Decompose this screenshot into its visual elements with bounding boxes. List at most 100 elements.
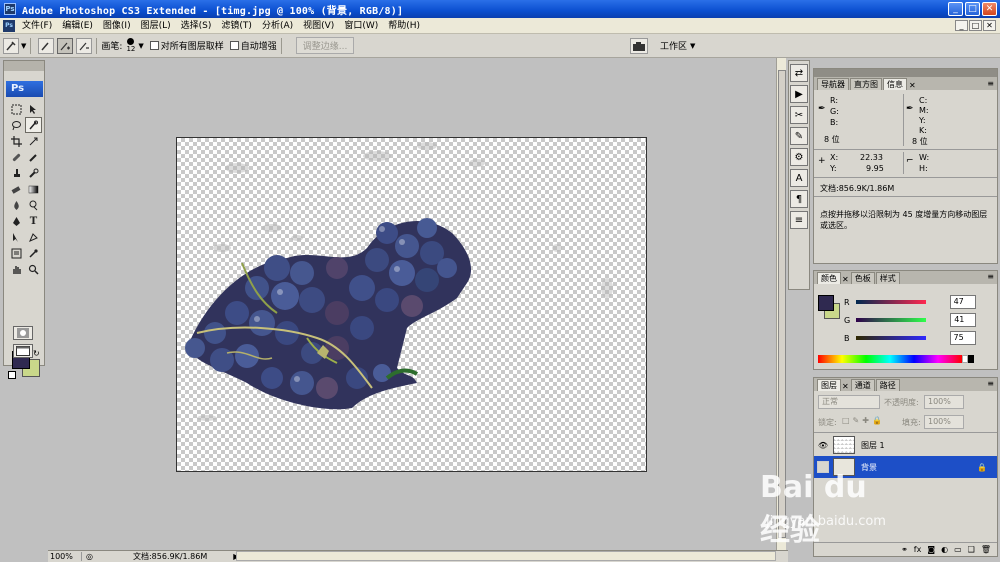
- new-layer-icon[interactable]: ❑: [968, 545, 975, 554]
- subtract-from-selection-button[interactable]: [76, 37, 93, 54]
- actions-panel-icon[interactable]: ▶: [790, 85, 808, 103]
- menu-layer[interactable]: 图层(L): [136, 19, 176, 33]
- pen-tool-icon[interactable]: [8, 213, 25, 229]
- menu-edit[interactable]: 编辑(E): [57, 19, 98, 33]
- dodge-tool-icon[interactable]: [25, 197, 42, 213]
- green-slider[interactable]: G 41: [844, 313, 977, 327]
- trash-icon[interactable]: 🗑: [981, 545, 991, 554]
- gradient-tool-icon[interactable]: [25, 181, 42, 197]
- history-brush-icon[interactable]: [25, 165, 42, 181]
- menu-help[interactable]: 帮助(H): [383, 19, 425, 33]
- lock-icons[interactable]: □✎✚🔒: [842, 416, 885, 425]
- menu-file[interactable]: 文件(F): [17, 19, 57, 33]
- eyedropper-tool-icon[interactable]: [25, 245, 42, 261]
- menu-image[interactable]: 图像(I): [98, 19, 136, 33]
- brushes-panel-icon[interactable]: ✎: [790, 127, 808, 145]
- tab-channels[interactable]: 通道: [850, 379, 875, 391]
- color-ramp[interactable]: [818, 355, 962, 363]
- close-icon[interactable]: ✕: [909, 81, 916, 90]
- tool-preset-picker[interactable]: [3, 37, 19, 54]
- panel-menu-icon[interactable]: ≡: [987, 79, 994, 88]
- shape-tool-icon[interactable]: [25, 229, 42, 245]
- doc-close-button[interactable]: ✕: [983, 20, 996, 31]
- tab-swatches[interactable]: 色板: [850, 272, 875, 284]
- opacity-input[interactable]: 100%: [924, 395, 964, 409]
- character-panel-icon[interactable]: A: [790, 169, 808, 187]
- zoom-tool-icon[interactable]: [25, 261, 42, 277]
- tab-layers[interactable]: 图层: [817, 379, 841, 391]
- ramp-black[interactable]: [968, 355, 974, 363]
- toolbox-header[interactable]: [4, 61, 44, 71]
- menu-filter[interactable]: 滤镜(T): [216, 19, 257, 33]
- tool-presets-panel-icon[interactable]: ✂: [790, 106, 808, 124]
- move-tool-icon[interactable]: [25, 101, 42, 117]
- sample-all-layers-checkbox[interactable]: [149, 41, 159, 50]
- menu-window[interactable]: 窗口(W): [339, 19, 383, 33]
- chevron-down-icon[interactable]: ▼: [138, 42, 143, 50]
- tab-navigator[interactable]: 导航器: [817, 78, 849, 90]
- document-canvas[interactable]: [176, 137, 647, 472]
- layer-comps-panel-icon[interactable]: ≡: [790, 211, 808, 229]
- canvas-vertical-scrollbar[interactable]: [776, 58, 786, 550]
- menu-select[interactable]: 选择(S): [176, 19, 217, 33]
- doc-minimize-button[interactable]: _: [955, 20, 968, 31]
- lasso-tool-icon[interactable]: [8, 117, 25, 133]
- canvas-horizontal-scrollbar[interactable]: [236, 551, 776, 561]
- maximize-button[interactable]: □: [965, 2, 980, 16]
- layer-row-background[interactable]: 背景 🔒: [814, 456, 997, 478]
- default-colors-icon[interactable]: [8, 371, 16, 379]
- add-mask-icon[interactable]: ◙: [927, 545, 935, 554]
- menu-analysis[interactable]: 分析(A): [257, 19, 298, 33]
- status-info-icon[interactable]: ◎: [86, 552, 93, 561]
- close-icon[interactable]: ✕: [842, 382, 849, 391]
- adjustment-layer-icon[interactable]: ◐: [941, 545, 948, 554]
- layer-row-layer1[interactable]: 👁 图层 1: [814, 434, 997, 456]
- zoom-level[interactable]: 100%: [48, 552, 82, 561]
- red-value[interactable]: 47: [949, 295, 976, 309]
- blue-value[interactable]: 75: [949, 331, 976, 345]
- scrollbar-thumb[interactable]: [778, 70, 786, 538]
- history-panel-icon[interactable]: ⇄: [790, 64, 808, 82]
- visibility-toggle[interactable]: [817, 461, 829, 473]
- minimize-button[interactable]: _: [948, 2, 963, 16]
- green-value[interactable]: 41: [950, 313, 977, 327]
- doc-maximize-button[interactable]: □: [969, 20, 982, 31]
- panel-menu-icon[interactable]: ≡: [987, 272, 994, 281]
- hand-tool-icon[interactable]: [8, 261, 25, 277]
- swap-colors-icon[interactable]: ↻: [33, 349, 40, 358]
- brush-picker[interactable]: 12: [126, 38, 135, 53]
- tab-histogram[interactable]: 直方图: [850, 78, 882, 90]
- eye-icon[interactable]: 👁: [817, 439, 829, 451]
- add-to-selection-button[interactable]: [57, 37, 74, 54]
- tab-info[interactable]: 信息: [883, 78, 907, 90]
- link-layers-icon[interactable]: ⚭: [901, 545, 908, 554]
- brush-tool-icon[interactable]: [25, 149, 42, 165]
- document-icon[interactable]: Ps: [3, 19, 15, 32]
- clone-source-panel-icon[interactable]: ⚙: [790, 148, 808, 166]
- close-button[interactable]: ✕: [982, 2, 997, 16]
- green-track[interactable]: [856, 318, 927, 322]
- healing-brush-icon[interactable]: [8, 149, 25, 165]
- menu-view[interactable]: 视图(V): [298, 19, 339, 33]
- new-group-icon[interactable]: ▭: [954, 545, 962, 554]
- refine-edge-button[interactable]: 调整边缘...: [295, 37, 355, 54]
- type-tool-icon[interactable]: T: [25, 213, 42, 229]
- color-fg-swatch[interactable]: [818, 295, 834, 311]
- auto-enhance-checkbox[interactable]: [229, 41, 239, 50]
- path-selection-icon[interactable]: [8, 229, 25, 245]
- chevron-down-icon[interactable]: ▼: [21, 42, 26, 50]
- fx-icon[interactable]: fx: [914, 545, 922, 554]
- panel-grip[interactable]: [814, 69, 997, 77]
- workspace-menu[interactable]: 工作区 ▼: [660, 39, 695, 53]
- blend-mode-select[interactable]: 正常: [818, 395, 880, 409]
- quick-mask-button[interactable]: [13, 326, 33, 340]
- marquee-tool-icon[interactable]: [8, 101, 25, 117]
- new-selection-button[interactable]: [38, 37, 55, 54]
- quick-selection-tool-icon[interactable]: [25, 117, 42, 133]
- panel-menu-icon[interactable]: ≡: [987, 379, 994, 388]
- close-icon[interactable]: ✕: [842, 275, 849, 284]
- clone-stamp-icon[interactable]: [8, 165, 25, 181]
- notes-tool-icon[interactable]: [8, 245, 25, 261]
- blur-tool-icon[interactable]: [8, 197, 25, 213]
- blue-track[interactable]: [855, 336, 926, 340]
